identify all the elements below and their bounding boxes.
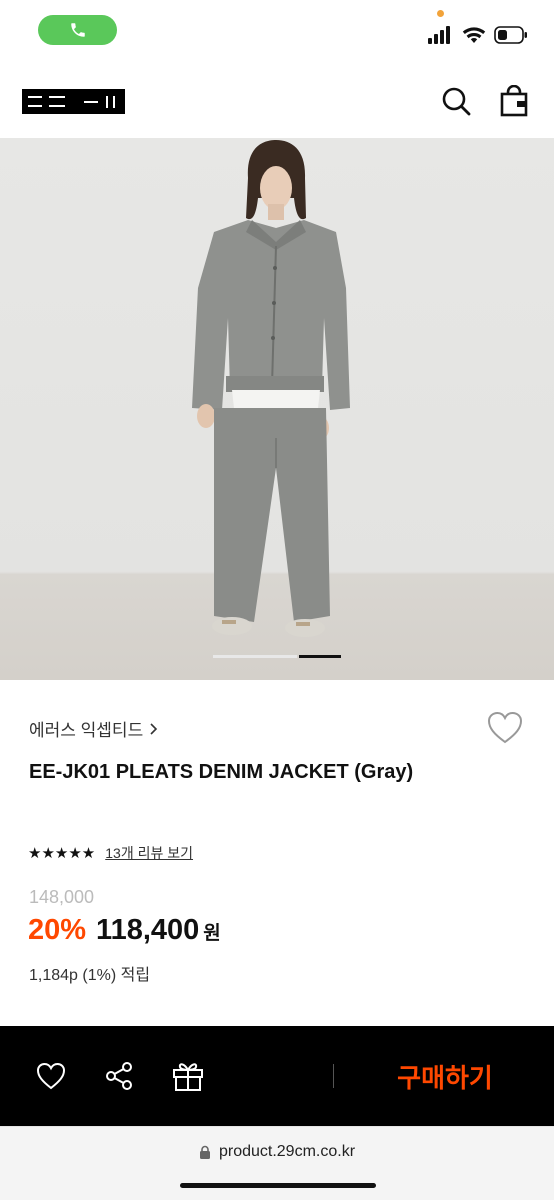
image-carousel-indicator [213, 655, 341, 658]
reward-points: 1,184p (1%) 적립 [29, 967, 151, 984]
browser-url-bar: product.29cm.co.kr [0, 1126, 554, 1200]
share-button[interactable] [99, 1056, 139, 1096]
cart-button[interactable] [497, 84, 531, 118]
wishlist-button[interactable] [486, 710, 524, 746]
logo-stroke [84, 101, 98, 103]
bottom-action-bar: 구매하기 [0, 1026, 554, 1126]
share-icon [106, 1062, 132, 1090]
product-title: EE-JK01 PLEATS DENIM JACKET (Gray) [29, 761, 414, 783]
action-divider [333, 1064, 334, 1088]
url-display[interactable]: product.29cm.co.kr [0, 1143, 554, 1161]
status-bar [0, 0, 554, 62]
carousel-track [213, 655, 297, 658]
heart-icon [36, 1062, 66, 1090]
logo-stroke [106, 96, 108, 108]
gift-button[interactable] [168, 1056, 208, 1096]
heart-icon [487, 711, 523, 744]
logo-stroke [113, 96, 115, 108]
battery-icon [494, 26, 527, 44]
home-indicator[interactable] [180, 1183, 376, 1188]
phone-icon [70, 23, 85, 37]
discount-rate: 20% [28, 914, 87, 946]
lock-icon [199, 1145, 210, 1159]
active-call-pill[interactable] [38, 15, 117, 45]
search-icon [442, 87, 471, 116]
status-icons [428, 24, 528, 46]
logo-stroke [49, 105, 65, 107]
search-button[interactable] [439, 84, 473, 118]
rating-stars: ★★★★★ [28, 845, 96, 862]
privacy-indicator-dot [437, 10, 444, 17]
model-illustration [192, 140, 350, 637]
review-link[interactable]: 13개 리뷰 보기 [105, 843, 193, 863]
url-text: product.29cm.co.kr [218, 1143, 356, 1160]
sale-price: 118,400 [96, 914, 200, 946]
logo-stroke [28, 96, 42, 98]
wifi-icon [462, 27, 486, 43]
top-header [0, 62, 554, 138]
brand-link[interactable]: 에러스 익셉티드 [29, 716, 158, 741]
carousel-active-segment [299, 655, 341, 658]
cellular-signal-icon [428, 26, 450, 44]
chevron-right-icon [150, 722, 158, 735]
product-hero-image[interactable] [0, 138, 554, 680]
logo-stroke [28, 105, 42, 107]
brand-name: 에러스 익셉티드 [29, 721, 144, 740]
logo-stroke [49, 96, 65, 98]
brand-logo[interactable] [22, 89, 125, 114]
gift-icon [173, 1063, 203, 1091]
price-row: 20% 118,400 원 [28, 914, 221, 947]
original-price: 148,000 [29, 887, 95, 907]
rating-row: ★★★★★ 13개 리뷰 보기 [28, 843, 193, 863]
shopping-bag-icon [500, 85, 528, 117]
buy-button[interactable]: 구매하기 [360, 1054, 530, 1098]
currency-unit: 원 [203, 923, 221, 944]
like-button[interactable] [31, 1056, 71, 1096]
